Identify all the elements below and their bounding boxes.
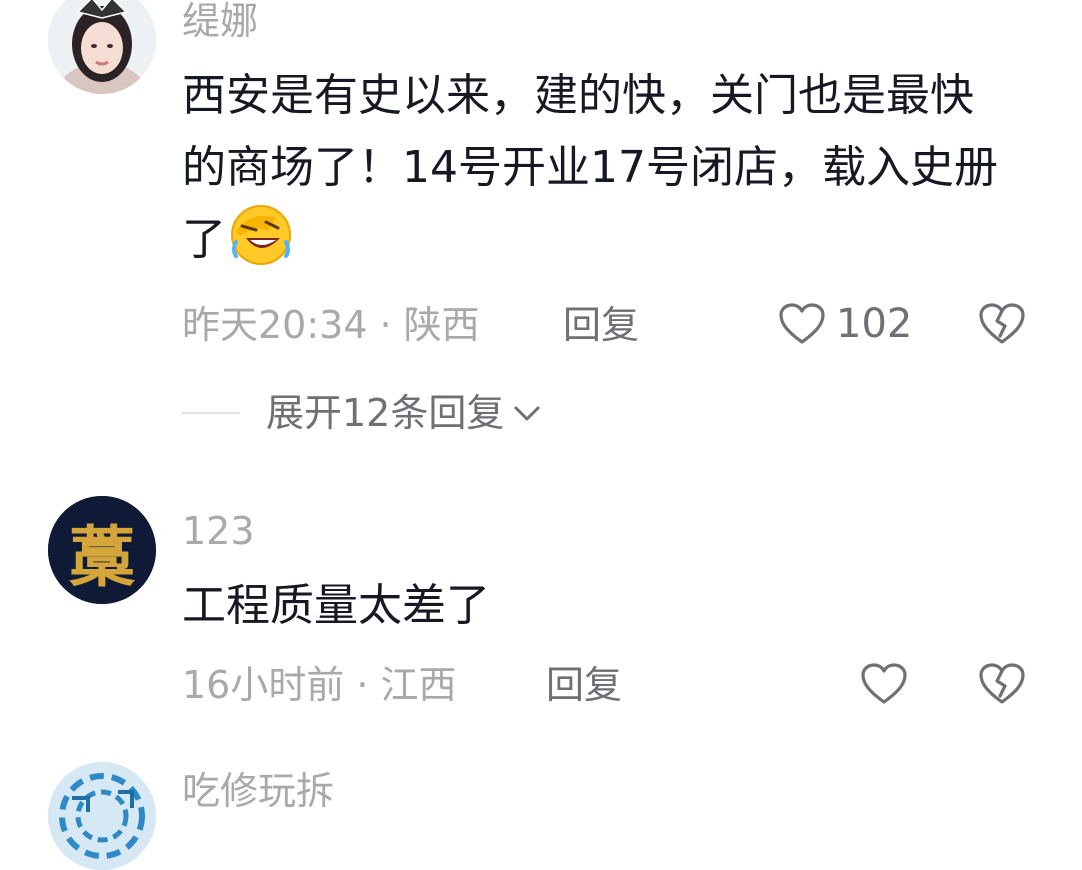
comment-item: 缇娜 西安是有史以来，建的快，关门也是最快的商场了！14号开业17号闭店，载入史… [0, 0, 1082, 470]
avatar[interactable] [48, 0, 156, 94]
comment-location: 陕西 [403, 303, 480, 347]
like-button[interactable]: 102 [778, 302, 912, 346]
comment-text: 西安是有史以来，建的快，关门也是最快的商场了！14号开业17号闭店，载入史册了 [182, 70, 998, 265]
meta-separator: · [356, 663, 369, 707]
expand-replies-label: 展开12条回复 [266, 391, 505, 435]
comment-time: 16小时前 [182, 663, 345, 707]
comment-item: 藁 123 工程质量太差了 16小时前 · 江西 回复 [0, 490, 1082, 740]
comment-text-block: 西安是有史以来，建的快，关门也是最快的商场了！14号开业17号闭店，载入史册了 [182, 60, 1012, 276]
username[interactable]: 吃修玩拆 [182, 772, 334, 810]
like-button[interactable] [860, 662, 908, 706]
meta-separator: · [379, 303, 392, 347]
comment-time: 昨天20:34 [182, 303, 368, 347]
broken-heart-icon [979, 663, 1025, 704]
heart-outline-icon [779, 303, 825, 344]
expand-divider [182, 412, 240, 414]
comment-meta: 昨天20:34 · 陕西 [182, 306, 480, 344]
avatar[interactable] [48, 762, 156, 870]
username[interactable]: 缇娜 [182, 2, 258, 40]
avatar-character: 藁 [69, 518, 136, 596]
reply-button[interactable]: 回复 [563, 306, 639, 344]
like-count: 102 [836, 301, 913, 347]
facepalm-laugh-emoji-icon [230, 204, 292, 266]
broken-heart-icon [979, 303, 1025, 344]
comment-item: 吃修玩拆 [0, 750, 1082, 870]
comment-location: 江西 [380, 663, 457, 707]
heart-outline-icon [861, 663, 907, 704]
comment-text: 工程质量太差了 [182, 580, 490, 631]
reply-button[interactable]: 回复 [546, 666, 622, 704]
username[interactable]: 123 [182, 512, 255, 550]
avatar[interactable]: 藁 [48, 496, 156, 604]
expand-replies-button[interactable]: 展开12条回复 [182, 394, 544, 432]
comment-meta: 16小时前 · 江西 [182, 666, 456, 704]
chevron-down-icon [514, 406, 540, 421]
dislike-button[interactable] [978, 302, 1026, 350]
dislike-button[interactable] [978, 662, 1026, 710]
